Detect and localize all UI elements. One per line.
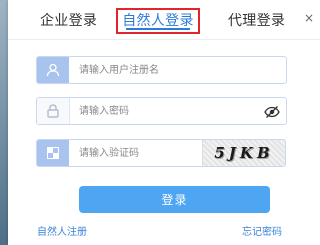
captcha-icon [37,140,69,166]
password-input[interactable] [79,102,259,120]
password-field [36,97,287,125]
tab-divider [8,39,320,40]
forgot-password-link[interactable]: 忘记密码 [242,223,282,238]
captcha-image[interactable]: 5JKB [202,140,285,166]
register-link[interactable]: 自然人注册 [37,223,87,238]
login-tabs: 企业登录 自然人登录 代理登录 × [8,0,320,40]
tab-natural-person-login[interactable]: 自然人登录 [116,8,200,34]
close-icon[interactable]: × [304,11,314,25]
username-field [36,56,287,84]
login-dialog: 企业登录 自然人登录 代理登录 × 请输入用户注册名 请输入验证码 5JKB 登… [8,0,320,245]
eye-icon[interactable] [264,104,280,118]
lock-icon [37,98,70,124]
captcha-input[interactable] [79,144,189,162]
background-page [0,0,8,245]
tab-agent-login[interactable]: 代理登录 [228,10,285,30]
username-input[interactable] [79,61,259,79]
user-icon [37,57,69,83]
login-button[interactable]: 登录 [79,186,270,213]
captcha-text: 5JKB [214,144,274,162]
captcha-field: 5JKB [36,139,286,167]
tab-company-login[interactable]: 企业登录 [40,10,97,30]
